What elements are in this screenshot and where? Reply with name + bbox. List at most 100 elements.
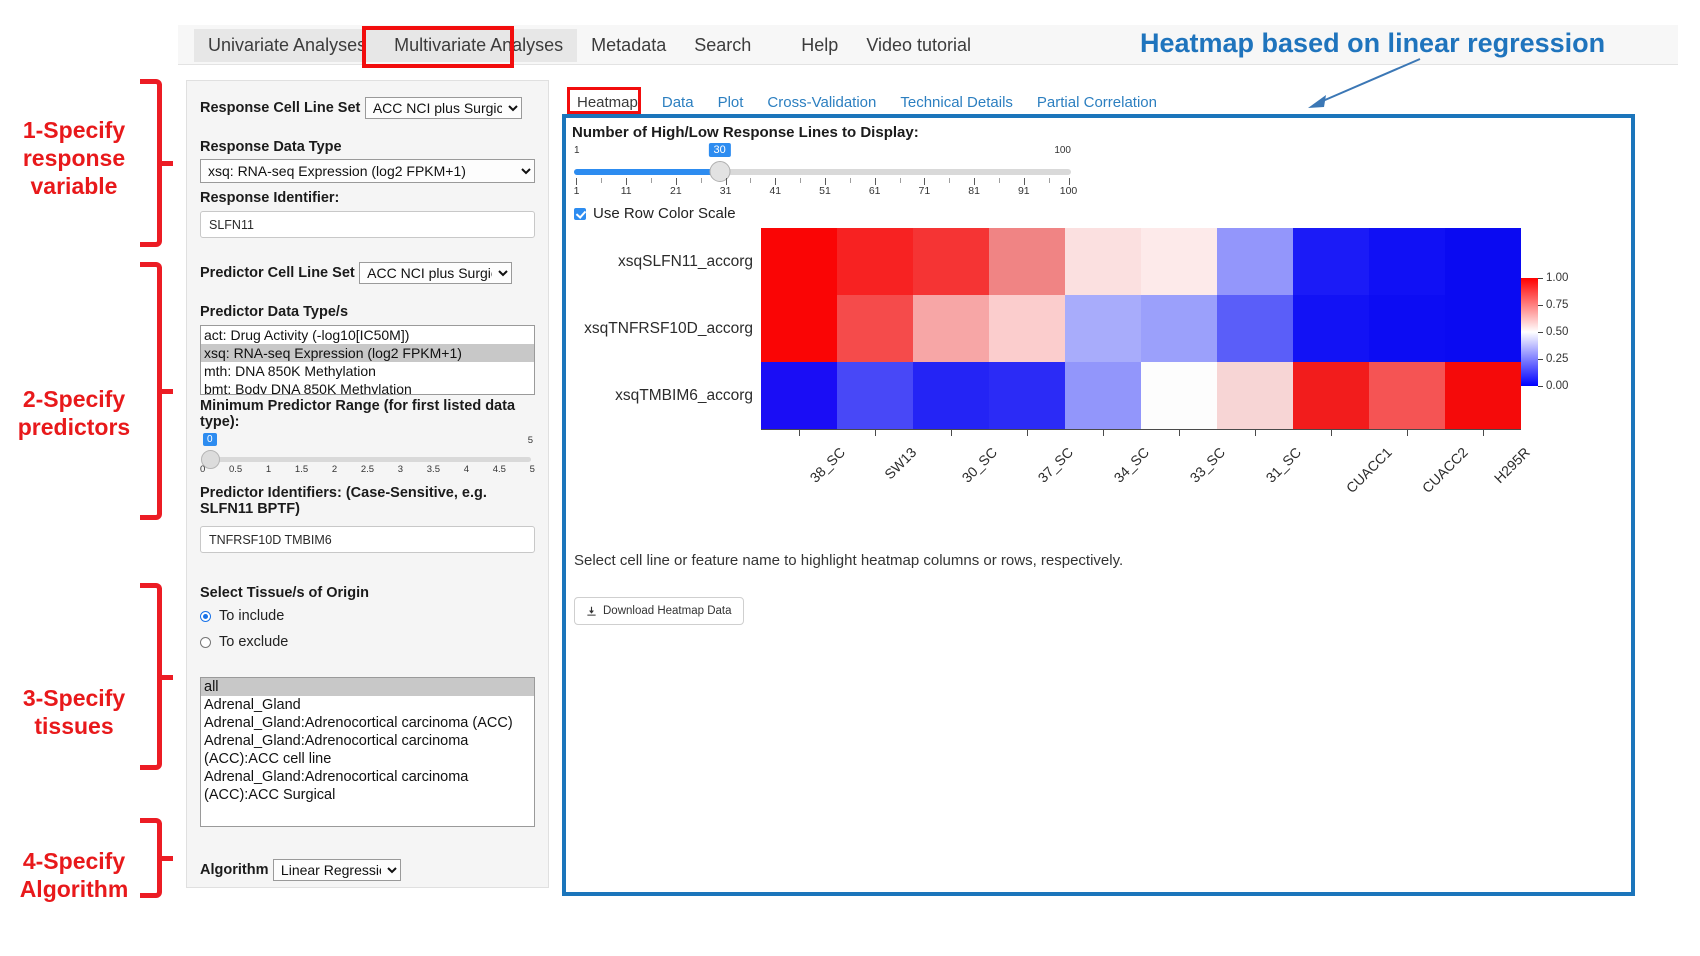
heatmap-x-tick bbox=[1483, 429, 1484, 436]
slider-knob[interactable] bbox=[709, 161, 730, 182]
heatmap-cell[interactable] bbox=[913, 295, 989, 362]
heatmap-cell[interactable] bbox=[837, 228, 913, 295]
tick-label: 4 bbox=[464, 464, 469, 475]
heatmap-cell[interactable] bbox=[837, 295, 913, 362]
listbox-option[interactable]: bmt: Body DNA 850K Methylation bbox=[201, 380, 534, 395]
heatmap-cell[interactable] bbox=[1293, 295, 1369, 362]
heatmap-cell[interactable] bbox=[1217, 228, 1293, 295]
listbox-option[interactable]: mth: DNA 850K Methylation bbox=[201, 362, 534, 380]
predictor-data-types-listbox[interactable]: act: Drug Activity (-log10[IC50M]) xsq: … bbox=[200, 325, 535, 395]
nav-item-search[interactable]: Search bbox=[680, 29, 765, 62]
tab-data[interactable]: Data bbox=[650, 88, 706, 117]
column-label[interactable]: 31_SC bbox=[1263, 444, 1305, 486]
annotation-1-label: 1-Specify response variable bbox=[4, 116, 144, 200]
slider-tick bbox=[949, 178, 950, 183]
lines-slider[interactable]: 1 100 30 1 11 21 31 41 51 61 71 81 91 bbox=[574, 145, 1071, 203]
slider-value-bubble: 0 bbox=[203, 433, 217, 446]
heatmap-cell[interactable] bbox=[1445, 228, 1521, 295]
tab-heatmap[interactable]: Heatmap bbox=[565, 88, 650, 117]
heatmap-cell[interactable] bbox=[1445, 362, 1521, 429]
column-label[interactable]: 34_SC bbox=[1111, 444, 1153, 486]
row-label[interactable]: xsqTMBIM6_accorg bbox=[566, 362, 761, 429]
response-identifier-input[interactable] bbox=[200, 211, 535, 238]
heatmap-cell[interactable] bbox=[989, 362, 1065, 429]
row-label[interactable]: xsqTNFRSF10D_accorg bbox=[566, 295, 761, 362]
radio-include-icon[interactable] bbox=[200, 611, 211, 622]
heatmap-cell[interactable] bbox=[1445, 295, 1521, 362]
use-row-color-scale-row[interactable]: Use Row Color Scale bbox=[574, 205, 1631, 222]
heatmap-cell[interactable] bbox=[989, 228, 1065, 295]
response-cell-line-set-select[interactable]: ACC NCI plus Surgical bbox=[365, 97, 522, 119]
heatmap-x-tick bbox=[1407, 429, 1408, 436]
heatmap-column-labels: 38_SC SW13 30_SC 37_SC 34_SC 33_SC 31_SC CUACC1… bbox=[761, 438, 1521, 498]
algorithm-select[interactable]: Linear Regression bbox=[273, 859, 401, 881]
heatmap-cell[interactable] bbox=[1217, 295, 1293, 362]
column-label[interactable]: 37_SC bbox=[1035, 444, 1077, 486]
listbox-option[interactable]: Adrenal_Gland:Adrenocortical carcinoma (… bbox=[201, 714, 534, 732]
tab-partial-correlation[interactable]: Partial Correlation bbox=[1025, 88, 1169, 117]
download-icon bbox=[586, 606, 597, 617]
heatmap-cell[interactable] bbox=[1141, 362, 1217, 429]
use-row-color-scale-checkbox[interactable] bbox=[574, 208, 586, 220]
slider-track[interactable] bbox=[204, 457, 531, 462]
heatmap-cell[interactable] bbox=[1369, 228, 1445, 295]
heatmap-cell[interactable] bbox=[1293, 362, 1369, 429]
nav-item-multivariate-analyses[interactable]: Multivariate Analyses bbox=[380, 29, 577, 62]
heatmap-cell[interactable] bbox=[1217, 362, 1293, 429]
column-label[interactable]: H295R bbox=[1491, 444, 1533, 486]
nav-item-univariate-analyses[interactable]: Univariate Analyses bbox=[194, 29, 380, 62]
heatmap-cell[interactable] bbox=[913, 228, 989, 295]
column-label[interactable]: 33_SC bbox=[1187, 444, 1229, 486]
nav-label: Multivariate Analyses bbox=[394, 35, 563, 55]
response-cell-line-set-field: Response Cell Line Set ACC NCI plus Surg… bbox=[187, 97, 548, 119]
heatmap-cell[interactable] bbox=[761, 228, 837, 295]
predictor-cell-line-set-select[interactable]: ACC NCI plus Surgical bbox=[359, 262, 512, 284]
heatmap-cell[interactable] bbox=[1141, 228, 1217, 295]
slider-tick bbox=[701, 178, 702, 183]
heatmap-cell[interactable] bbox=[761, 295, 837, 362]
listbox-option[interactable]: xsq: RNA-seq Expression (log2 FPKM+1) bbox=[201, 344, 534, 362]
heatmap-cell[interactable] bbox=[1141, 295, 1217, 362]
tab-plot[interactable]: Plot bbox=[706, 88, 756, 117]
listbox-option[interactable]: Adrenal_Gland:Adrenocortical carcinoma (… bbox=[201, 732, 534, 768]
listbox-option[interactable]: act: Drug Activity (-log10[IC50M]) bbox=[201, 326, 534, 344]
column-label[interactable]: CUACC2 bbox=[1419, 444, 1471, 496]
tick-label: 2.5 bbox=[361, 464, 374, 475]
minimum-predictor-range-slider[interactable]: 0 0 0.5 1 1.5 2 2.5 3 3.5 4 4.5 5 5 bbox=[200, 433, 535, 479]
listbox-option[interactable]: Adrenal_Gland:Adrenocortical carcinoma (… bbox=[201, 768, 534, 804]
column-label[interactable]: CUACC1 bbox=[1343, 444, 1395, 496]
download-heatmap-data-button[interactable]: Download Heatmap Data bbox=[574, 597, 744, 625]
listbox-option[interactable]: Adrenal_Gland bbox=[201, 696, 534, 714]
heatmap-cell[interactable] bbox=[989, 295, 1065, 362]
tick-label: 100 bbox=[1060, 185, 1078, 197]
column-label[interactable]: 38_SC bbox=[807, 444, 849, 486]
heatmap-cell[interactable] bbox=[761, 362, 837, 429]
row-label[interactable]: xsqSLFN11_accorg bbox=[566, 228, 761, 295]
tissue-listbox[interactable]: all Adrenal_Gland Adrenal_Gland:Adrenoco… bbox=[200, 677, 535, 827]
heatmap-cell[interactable] bbox=[913, 362, 989, 429]
predictor-identifiers-input[interactable] bbox=[200, 526, 535, 553]
nav-item-video-tutorial[interactable]: Video tutorial bbox=[852, 29, 985, 62]
tab-cross-validation[interactable]: Cross-Validation bbox=[755, 88, 888, 117]
nav-item-metadata[interactable]: Metadata bbox=[577, 29, 680, 62]
column-label[interactable]: 30_SC bbox=[959, 444, 1001, 486]
nav-item-help[interactable]: Help bbox=[787, 29, 852, 62]
tissue-include-radio-row[interactable]: To include bbox=[200, 608, 535, 624]
response-data-type-select[interactable]: xsq: RNA-seq Expression (log2 FPKM+1) bbox=[200, 159, 535, 183]
tissue-exclude-radio-row[interactable]: To exclude bbox=[200, 634, 535, 650]
heatmap-cell[interactable] bbox=[1369, 295, 1445, 362]
heatmap-cell[interactable] bbox=[1369, 362, 1445, 429]
slider-fill bbox=[574, 169, 720, 175]
heatmap-cell[interactable] bbox=[837, 362, 913, 429]
tick-label: 51 bbox=[819, 185, 831, 197]
heatmap-cell[interactable] bbox=[1065, 295, 1141, 362]
tab-technical-details[interactable]: Technical Details bbox=[888, 88, 1025, 117]
listbox-option[interactable]: all bbox=[201, 678, 534, 696]
column-label[interactable]: SW13 bbox=[882, 444, 920, 482]
heatmap-cell[interactable] bbox=[1065, 362, 1141, 429]
heatmap-x-tick bbox=[1179, 429, 1180, 436]
radio-exclude-icon[interactable] bbox=[200, 637, 211, 648]
slider-tick bbox=[651, 178, 652, 183]
heatmap-cell[interactable] bbox=[1065, 228, 1141, 295]
heatmap-cell[interactable] bbox=[1293, 228, 1369, 295]
